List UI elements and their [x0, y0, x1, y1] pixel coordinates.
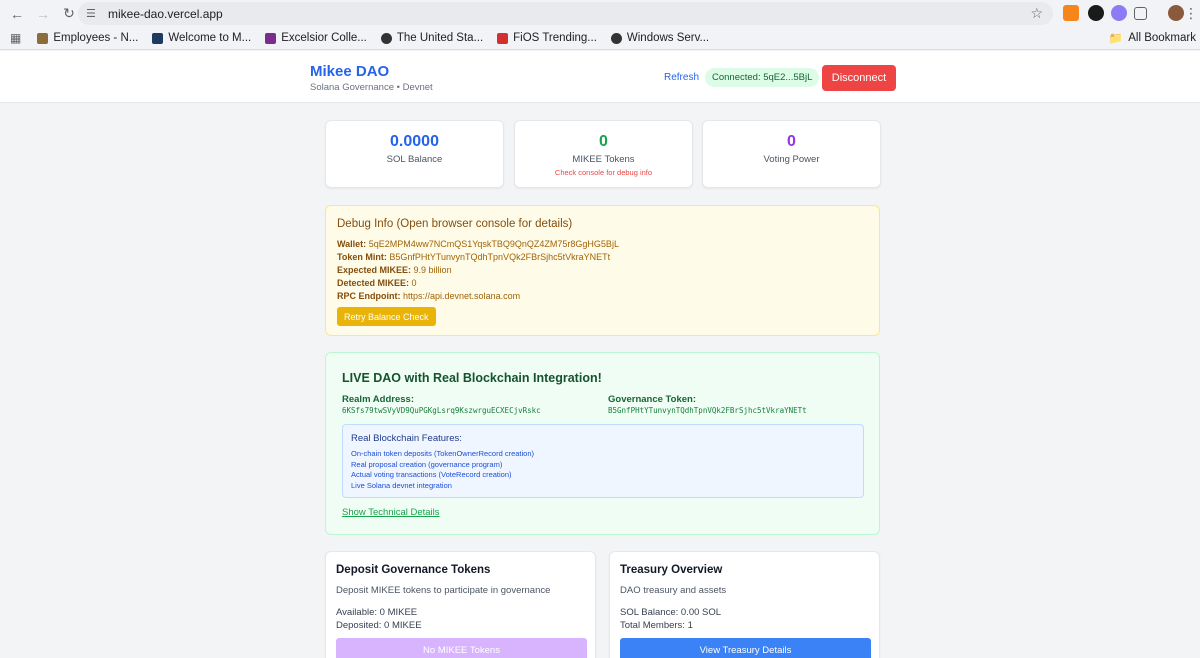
forward-icon[interactable]: → [30, 1, 56, 27]
debug-title: Debug Info (Open browser console for det… [337, 218, 573, 230]
site-icon [265, 32, 277, 44]
live-dao-panel: LIVE DAO with Real Blockchain Integratio… [325, 352, 880, 535]
bookmark-united-states[interactable]: The United Sta... [380, 32, 483, 44]
mikee-tokens-label: MIKEE Tokens [572, 154, 635, 165]
bookmark-employees[interactable]: Employees - N... [37, 32, 138, 44]
treasury-members: Total Members: 1 [620, 620, 693, 631]
folder-icon [37, 32, 49, 44]
governance-token-value: B5GnfPHtYTunvynTQdhTpnVQk2FBrSjhc5tVkraY… [608, 406, 807, 415]
bookmark-welcome[interactable]: Welcome to M... [152, 32, 251, 44]
refresh-button[interactable]: Refresh [664, 72, 699, 83]
feature-item: Actual voting transactions (VoteRecord c… [351, 470, 512, 479]
deposited-balance: Deposited: 0 MIKEE [336, 620, 422, 631]
bookmark-excelsior[interactable]: Excelsior Colle... [265, 32, 367, 44]
voting-power-card: 0 Voting Power [702, 120, 881, 188]
globe-icon [380, 32, 392, 44]
features-box: Real Blockchain Features: On-chain token… [342, 424, 864, 498]
debug-expected-row: Expected MIKEE: 9.9 billion [337, 265, 452, 275]
bookmarks-bar: ▦ Employees - N... Welcome to M... Excel… [0, 27, 1200, 50]
app-title: Mikee DAO [310, 63, 390, 80]
disconnect-button[interactable]: Disconnect [822, 65, 896, 91]
retry-balance-button[interactable]: Retry Balance Check [337, 307, 436, 326]
globe-icon [610, 32, 622, 44]
voting-power-value: 0 [787, 133, 796, 150]
view-treasury-button[interactable]: View Treasury Details [620, 638, 871, 658]
treasury-sol-balance: SOL Balance: 0.00 SOL [620, 607, 722, 618]
deposit-description: Deposit MIKEE tokens to participate in g… [336, 585, 551, 596]
app-header: Mikee DAO Solana Governance • Devnet Ref… [0, 51, 1200, 103]
profile-avatar-icon[interactable] [1168, 5, 1184, 21]
mikee-tokens-value: 0 [599, 133, 608, 150]
browser-toolbar: ← → ↻ ☰ mikee-dao.vercel.app ☆ ⋮ [0, 0, 1200, 27]
feature-item: Real proposal creation (governance progr… [351, 459, 503, 469]
app-subtitle: Solana Governance • Devnet [310, 82, 433, 93]
connected-badge: Connected: 5qE2...5BjL [705, 68, 820, 87]
deposit-card: Deposit Governance Tokens Deposit MIKEE … [325, 551, 596, 658]
extension-icon[interactable] [1088, 5, 1104, 21]
bookmark-windows-server[interactable]: Windows Serv... [610, 32, 709, 44]
debug-info-panel: Debug Info (Open browser console for det… [325, 205, 880, 336]
voting-power-label: Voting Power [763, 154, 820, 165]
address-bar[interactable]: ☰ mikee-dao.vercel.app ☆ [78, 2, 1053, 25]
puzzle-icon[interactable] [1134, 7, 1147, 20]
live-dao-title: LIVE DAO with Real Blockchain Integratio… [342, 371, 602, 385]
site-icon [152, 32, 164, 44]
bookmark-fios[interactable]: FiOS Trending... [497, 32, 597, 44]
show-technical-details-link[interactable]: Show Technical Details [342, 507, 440, 518]
treasury-description: DAO treasury and assets [620, 585, 727, 596]
treasury-card: Treasury Overview DAO treasury and asset… [609, 551, 880, 658]
no-mikee-tokens-button[interactable]: No MIKEE Tokens [336, 638, 587, 658]
apps-grid-icon[interactable]: ▦ [10, 31, 21, 45]
realm-address-value: 6KSfs79twSVyVD9QuPGKgLsrq9KszwrguECXECjv… [342, 406, 541, 415]
menu-icon[interactable]: ⋮ [1184, 0, 1198, 26]
treasury-title: Treasury Overview [620, 564, 723, 576]
debug-detected-row: Detected MIKEE: 0 [337, 278, 417, 288]
features-title: Real Blockchain Features: [351, 433, 462, 444]
sol-balance-card: 0.0000 SOL Balance [325, 120, 504, 188]
sol-balance-label: SOL Balance [386, 154, 443, 165]
folder-icon: 📁 [1108, 33, 1124, 45]
bookmark-star-icon[interactable]: ☆ [1030, 5, 1043, 22]
all-bookmarks[interactable]: 📁 All Bookmark [1109, 31, 1196, 45]
governance-token-label: Governance Token: [608, 394, 696, 405]
url-text: mikee-dao.vercel.app [108, 6, 223, 21]
debug-wallet-row: Wallet: 5qE2MPM4ww7NCmQS1YqskTBQ9QnQZ4ZM… [337, 239, 619, 249]
site-info-icon[interactable]: ☰ [86, 7, 104, 20]
deposit-title: Deposit Governance Tokens [336, 564, 491, 576]
extension-icon[interactable] [1111, 5, 1127, 21]
available-balance: Available: 0 MIKEE [336, 607, 418, 618]
site-icon [497, 32, 509, 44]
debug-note: Check console for debug info [554, 168, 653, 177]
debug-rpc-row: RPC Endpoint: https://api.devnet.solana.… [337, 291, 521, 301]
feature-item: On-chain token deposits (TokenOwnerRecor… [351, 449, 535, 458]
feature-item: Live Solana devnet integration [351, 480, 452, 490]
realm-address-label: Realm Address: [342, 394, 414, 405]
mikee-tokens-card: 0 MIKEE Tokens Check console for debug i… [514, 120, 693, 188]
back-icon[interactable]: ← [4, 1, 30, 27]
debug-mint-row: Token Mint: B5GnfPHtYTunvynTQdhTpnVQk2FB… [337, 252, 611, 262]
sol-balance-value: 0.0000 [390, 133, 439, 150]
metamask-icon[interactable] [1063, 5, 1079, 21]
